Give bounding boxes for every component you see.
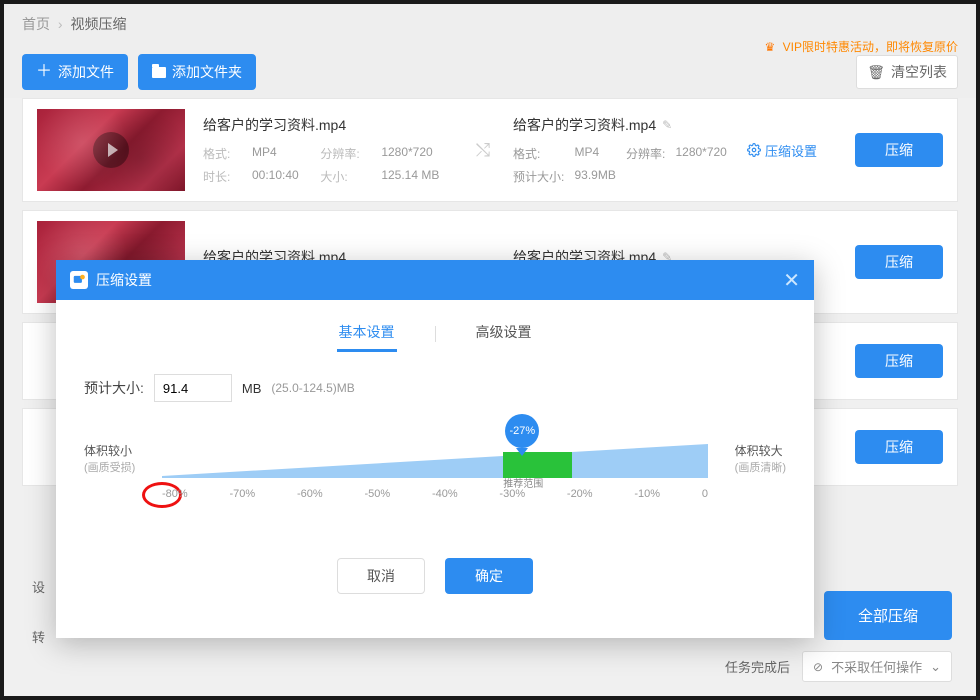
plus-icon: ＋: [36, 64, 52, 80]
breadcrumb-home[interactable]: 首页: [22, 16, 50, 32]
modal-app-icon: [70, 271, 88, 289]
modal-actions: 取消 确定: [56, 558, 814, 594]
slider-min-label: 体积较小(画质受损): [84, 442, 135, 475]
target-column: 给客户的学习资料.mp4 ✎ 格式: MP4 分辨率: 1280*720 预计大小:…: [513, 115, 729, 185]
slider-max-label: 体积较大(画质清晰): [735, 442, 786, 475]
tick: -70%: [229, 488, 255, 500]
modal-title: 压缩设置: [96, 270, 152, 290]
source-filename: 给客户的学习资料.mp4: [203, 115, 453, 135]
breadcrumb-current: 视频压缩: [70, 16, 126, 32]
app-window: 首页 › 视频压缩 ♛ VIP限时特惠活动，即将恢复原价 ＋ 添加文件 添加文件…: [4, 4, 976, 696]
gear-icon: [747, 143, 761, 157]
target-filename: 给客户的学习资料.mp4: [513, 115, 656, 135]
est-size-input[interactable]: [154, 374, 232, 402]
compress-button[interactable]: 压缩: [855, 245, 943, 279]
breadcrumb-separator: ›: [58, 16, 63, 32]
add-file-label: 添加文件: [58, 62, 114, 82]
footer-options: 任务完成后 ⊘ 不采取任何操作 ⌄: [725, 651, 952, 682]
t-resolution-value: 1280*720: [675, 145, 729, 162]
tick: -40%: [432, 488, 458, 500]
t-format-value: MP4: [574, 145, 618, 162]
add-folder-label: 添加文件夹: [172, 62, 242, 82]
compress-settings-modal: 压缩设置 ✕ 基本设置 高级设置 预计大小: MB (25.0-124.5)MB…: [56, 260, 814, 638]
est-size-range: (25.0-124.5)MB: [271, 381, 354, 395]
edit-name-icon[interactable]: ✎: [662, 118, 672, 132]
compress-settings-label: 压缩设置: [765, 141, 817, 160]
modal-tabs: 基本设置 高级设置: [56, 316, 814, 352]
cancel-button[interactable]: 取消: [337, 558, 425, 594]
clear-list-label: 清空列表: [891, 62, 947, 82]
t-resolution-label: 分辨率:: [626, 145, 667, 162]
tick: -50%: [364, 488, 390, 500]
resolution-label: 分辨率:: [320, 145, 373, 162]
tick: -20%: [567, 488, 593, 500]
tab-basic[interactable]: 基本设置: [337, 316, 397, 352]
compress-button[interactable]: 压缩: [855, 133, 943, 167]
modal-titlebar: 压缩设置 ✕: [56, 260, 814, 300]
footer-actions: 全部压缩: [824, 591, 952, 640]
duration-label: 时长:: [203, 168, 244, 185]
tab-advanced[interactable]: 高级设置: [474, 316, 534, 352]
add-file-button[interactable]: ＋ 添加文件: [22, 54, 128, 90]
vip-banner[interactable]: ♛ VIP限时特惠活动，即将恢复原价: [765, 38, 958, 55]
compress-button[interactable]: 压缩: [855, 344, 943, 378]
truncated-label-2: 转: [32, 627, 45, 646]
after-done-dropdown[interactable]: ⊘ 不采取任何操作 ⌄: [802, 651, 952, 682]
tick: 0: [702, 488, 708, 500]
size-label: 大小:: [320, 168, 373, 185]
estimated-size-row: 预计大小: MB (25.0-124.5)MB: [56, 352, 814, 402]
slider-value-bubble: -27%: [505, 414, 539, 448]
ban-icon: ⊘: [813, 660, 823, 674]
file-row: 给客户的学习资料.mp4 格式: MP4 分辨率: 1280*720 时长: 00:1…: [22, 98, 958, 202]
vip-banner-text: VIP限时特惠活动，即将恢复原价: [783, 40, 958, 54]
close-icon[interactable]: ✕: [783, 268, 800, 293]
breadcrumb: 首页 › 视频压缩: [4, 4, 976, 42]
trash-icon: 🗑: [867, 64, 885, 81]
format-label: 格式:: [203, 145, 244, 162]
compression-slider: 体积较小(画质受损) 体积较大(画质清晰) 推荐范围 -27% -80% -70…: [84, 430, 786, 540]
after-done-value: 不采取任何操作: [831, 657, 922, 676]
after-done-label: 任务完成后: [725, 657, 790, 676]
slider-track[interactable]: 推荐范围 -27% -80% -70% -60% -50% -40% -30% …: [162, 430, 708, 500]
t-estsize-value: 93.9MB: [574, 168, 618, 185]
clear-list-button[interactable]: 🗑 清空列表: [856, 55, 958, 89]
swap-icon[interactable]: ⤭: [471, 140, 495, 161]
format-value: MP4: [252, 145, 312, 162]
play-icon: [93, 132, 129, 168]
tick: -60%: [297, 488, 323, 500]
add-folder-button[interactable]: 添加文件夹: [138, 54, 256, 90]
slider-ticks: -80% -70% -60% -50% -40% -30% -20% -10% …: [162, 488, 708, 500]
est-size-label: 预计大小:: [84, 378, 144, 398]
folder-icon: [152, 67, 166, 78]
tick: -10%: [634, 488, 660, 500]
slider-handle[interactable]: -27%: [505, 414, 539, 456]
ok-button[interactable]: 确定: [445, 558, 533, 594]
est-size-unit: MB: [242, 381, 262, 396]
resolution-value: 1280*720: [381, 145, 453, 162]
t-format-label: 格式:: [513, 145, 566, 162]
tick: -80%: [162, 488, 188, 500]
duration-value: 00:10:40: [252, 168, 312, 185]
slider-wedge: [162, 444, 708, 478]
size-value: 125.14 MB: [381, 168, 453, 185]
source-column: 给客户的学习资料.mp4 格式: MP4 分辨率: 1280*720 时长: 00:1…: [203, 115, 453, 185]
compress-settings-link[interactable]: 压缩设置: [747, 141, 837, 160]
chevron-down-icon: ⌄: [930, 659, 941, 675]
compress-all-button[interactable]: 全部压缩: [824, 591, 952, 640]
video-thumbnail[interactable]: [37, 109, 185, 191]
truncated-label-1: 设: [32, 577, 45, 596]
t-estsize-label: 预计大小:: [513, 168, 566, 185]
crown-icon: ♛: [765, 40, 776, 54]
tab-divider: [435, 326, 436, 342]
compress-button[interactable]: 压缩: [855, 430, 943, 464]
tick: -30%: [499, 488, 525, 500]
